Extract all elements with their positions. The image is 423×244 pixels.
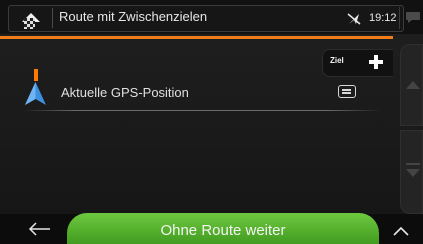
route-point-label[interactable]: Aktuelle GPS-Position xyxy=(61,85,189,100)
continue-without-route-button[interactable]: Ohne Route weiter xyxy=(67,213,379,244)
top-bar: Route mit Zwischenzielen 19:12 xyxy=(0,0,423,34)
screen: Route mit Zwischenzielen 19:12 Ziel Aktu… xyxy=(0,0,423,244)
scroll-down-button[interactable] xyxy=(400,130,423,214)
menu-icon[interactable] xyxy=(338,85,356,98)
triangle-down-icon xyxy=(406,169,420,177)
navigation-arrow-icon xyxy=(25,82,46,105)
continue-without-route-label: Ohne Route weiter xyxy=(160,222,286,239)
accent-line xyxy=(0,36,393,39)
bar-icon xyxy=(406,163,420,165)
route-connector xyxy=(34,69,38,81)
message-icon[interactable] xyxy=(405,11,421,24)
page-title: Route mit Zwischenzielen xyxy=(59,9,208,24)
destination-label: Ziel xyxy=(330,56,344,65)
clock: 19:12 xyxy=(369,12,397,24)
back-arrow-icon[interactable] xyxy=(28,221,52,237)
divider xyxy=(22,110,382,111)
scroll-up-button[interactable] xyxy=(400,44,423,126)
triangle-up-icon xyxy=(406,81,420,89)
plus-icon xyxy=(368,54,384,70)
gps-off-icon xyxy=(347,13,361,25)
checkered-flag-icon xyxy=(24,18,35,29)
chevron-up-icon[interactable] xyxy=(393,226,409,236)
divider xyxy=(399,7,400,29)
divider xyxy=(52,8,53,28)
scrollbar[interactable] xyxy=(400,44,423,214)
